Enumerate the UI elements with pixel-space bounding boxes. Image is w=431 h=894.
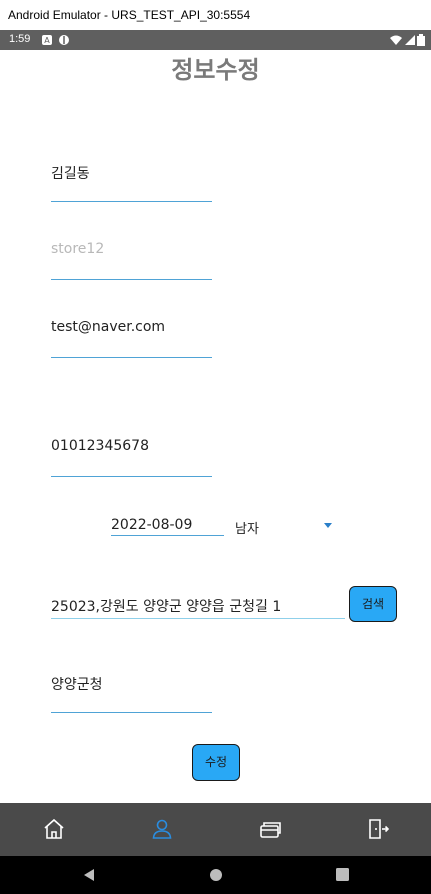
phone-field[interactable]: 01012345678 (51, 438, 212, 477)
gender-dropdown-icon[interactable] (324, 523, 332, 528)
bottom-navigation (0, 803, 431, 856)
edit-button[interactable]: 수정 (192, 744, 240, 781)
card-icon[interactable] (258, 817, 282, 841)
address-field[interactable]: 25023,강원도 양양군 양양읍 군청길 1 (51, 596, 345, 619)
notification-a-icon: A (42, 35, 52, 45)
home-nav-icon[interactable] (209, 868, 223, 882)
search-button[interactable]: 검색 (349, 586, 397, 622)
status-bar: 1:59 A (0, 30, 431, 50)
battery-icon (417, 34, 425, 46)
svg-text:A: A (44, 36, 50, 45)
system-navigation-bar (0, 856, 431, 894)
back-icon[interactable] (82, 868, 96, 882)
name-field[interactable]: 김길동 (51, 163, 212, 202)
birthdate-field[interactable]: 2022-08-09 (111, 517, 224, 536)
store-id-field[interactable]: store12 (51, 241, 212, 280)
notification-app-icon (59, 35, 69, 45)
person-icon[interactable] (150, 817, 174, 841)
recents-icon[interactable] (336, 868, 349, 881)
page-title: 정보수정 (171, 56, 260, 84)
gender-select[interactable]: 남자 (235, 518, 259, 537)
detail-address-field[interactable]: 양양군청 (51, 674, 212, 713)
logout-icon[interactable] (366, 817, 390, 841)
email-field[interactable]: test@naver.com (51, 319, 212, 358)
window-title: Android Emulator - URS_TEST_API_30:5554 (0, 0, 431, 30)
wifi-icon (390, 35, 402, 45)
signal-icon (405, 35, 415, 45)
home-icon[interactable] (42, 817, 66, 841)
status-time: 1:59 (9, 33, 31, 45)
